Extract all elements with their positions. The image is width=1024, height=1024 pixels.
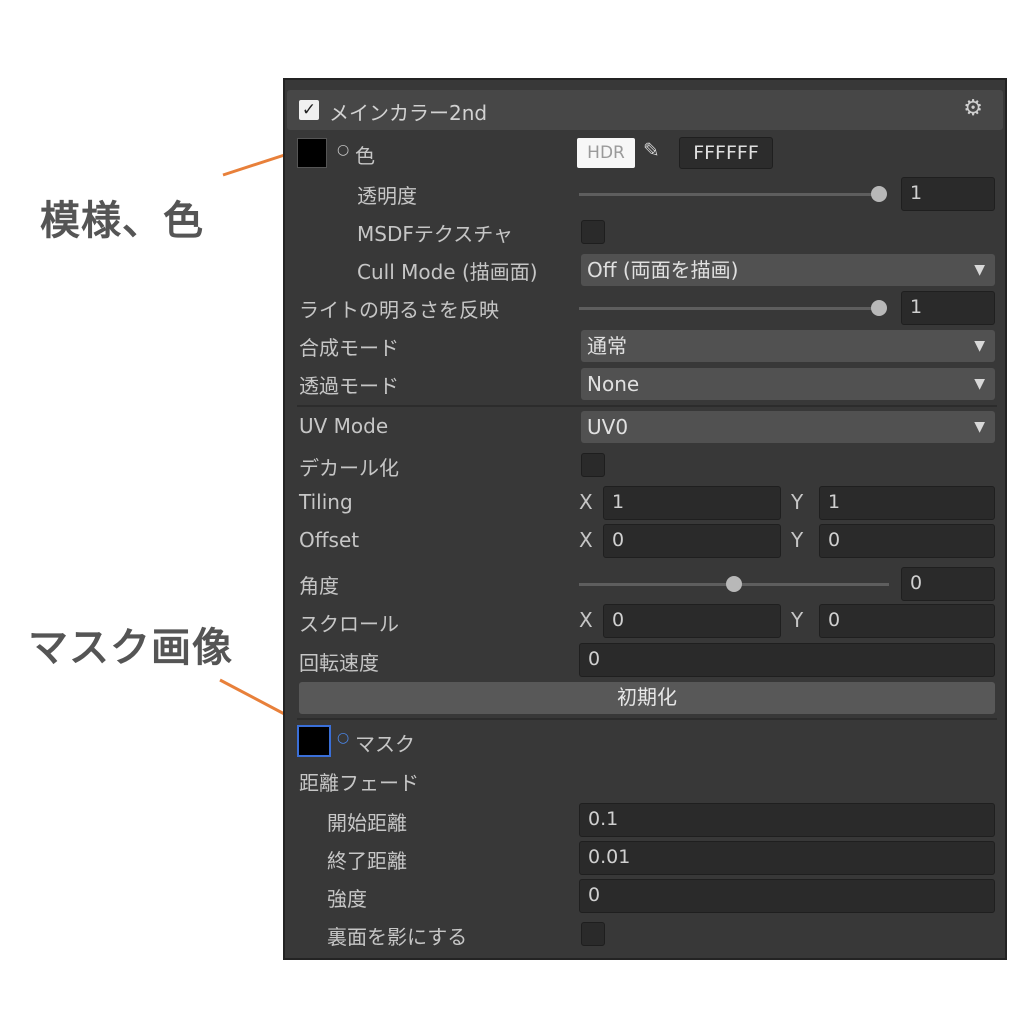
transparency-label: 透明度 [357,184,417,208]
tiling-y-label: Y [791,490,804,514]
backface-shadow-checkbox[interactable] [581,922,605,946]
scroll-y-field[interactable]: 0 [819,604,995,638]
rotation-speed-field[interactable]: 0 [579,643,995,677]
offset-y-label: Y [791,528,804,552]
light-reflect-slider-track[interactable] [579,307,879,310]
tiling-x-field[interactable]: 1 [603,486,781,520]
texture-picker-icon[interactable]: ○ [337,142,349,158]
angle-value[interactable]: 0 [901,567,995,601]
transparency-slider-knob[interactable] [871,186,887,202]
tiling-label: Tiling [299,490,353,514]
light-reflect-value[interactable]: 1 [901,291,995,325]
blend-mode-dropdown[interactable]: 通常 ▼ [581,330,995,362]
chevron-down-icon: ▼ [974,419,985,435]
strength-field[interactable]: 0 [579,879,995,913]
eyedropper-icon[interactable]: ✎ [643,138,660,162]
backface-shadow-label: 裏面を影にする [327,925,468,949]
gear-icon[interactable]: ⚙ [963,96,983,121]
enable-checkbox[interactable]: ✓ [299,100,319,120]
chevron-down-icon: ▼ [974,338,985,354]
uv-mode-value: UV0 [587,415,629,439]
scroll-x-field[interactable]: 0 [603,604,781,638]
chevron-down-icon: ▼ [974,376,985,392]
color-label: 色 [355,144,375,168]
offset-x-field[interactable]: 0 [603,524,781,558]
section-title: メインカラー2nd [329,101,488,125]
fade-end-field[interactable]: 0.01 [579,841,995,875]
angle-label: 角度 [299,574,339,598]
tiling-y-field[interactable]: 1 [819,486,995,520]
hdr-color-field[interactable]: HDR [577,138,635,168]
alpha-mode-value: None [587,372,640,396]
callout-mask-image: マスク画像 [28,625,233,671]
blend-mode-label: 合成モード [299,336,399,360]
divider [297,718,997,720]
mask-texture-slot[interactable] [297,725,331,757]
fade-start-field[interactable]: 0.1 [579,803,995,837]
cull-mode-value: Off (両面を描画) [587,258,739,282]
cull-mode-label: Cull Mode (描画面) [357,260,538,284]
fade-start-label: 開始距離 [327,811,407,835]
decal-checkbox[interactable] [581,453,605,477]
reset-button[interactable]: 初期化 [299,682,995,714]
transparency-slider-track[interactable] [579,193,879,196]
callout-pattern-color: 模様、色 [40,198,204,244]
mask-picker-icon[interactable]: ○ [337,730,349,746]
scroll-label: スクロール [299,612,399,636]
chevron-down-icon: ▼ [974,262,985,278]
angle-slider-knob[interactable] [726,576,742,592]
scroll-x-label: X [579,608,593,632]
alpha-mode-dropdown[interactable]: None ▼ [581,368,995,400]
offset-y-field[interactable]: 0 [819,524,995,558]
color-texture-slot[interactable] [297,138,327,168]
blend-mode-value: 通常 [587,334,627,358]
distance-fade-label: 距離フェード [299,771,419,795]
rotation-speed-label: 回転速度 [299,651,379,675]
uv-mode-label: UV Mode [299,414,389,438]
offset-x-label: X [579,528,593,552]
divider [297,405,997,407]
section-header[interactable]: ✓ メインカラー2nd ⚙ [287,90,1003,130]
uv-mode-dropdown[interactable]: UV0 ▼ [581,411,995,443]
strength-label: 強度 [327,887,367,911]
light-reflect-slider-knob[interactable] [871,300,887,316]
hex-color-field[interactable]: FFFFFF [679,137,773,169]
transparency-value[interactable]: 1 [901,177,995,211]
tiling-x-label: X [579,490,593,514]
msdf-checkbox[interactable] [581,220,605,244]
cull-mode-dropdown[interactable]: Off (両面を描画) ▼ [581,254,995,286]
decal-label: デカール化 [299,456,399,480]
light-reflect-label: ライトの明るさを反映 [299,298,499,322]
msdf-label: MSDFテクスチャ [357,222,514,246]
alpha-mode-label: 透過モード [299,374,399,398]
scroll-y-label: Y [791,608,804,632]
mask-label: マスク [355,732,415,756]
fade-end-label: 終了距離 [327,849,407,873]
offset-label: Offset [299,528,360,552]
material-property-panel: ✓ メインカラー2nd ⚙ ○ 色 HDR ✎ FFFFFF 透明度 1 MSD… [283,78,1007,960]
